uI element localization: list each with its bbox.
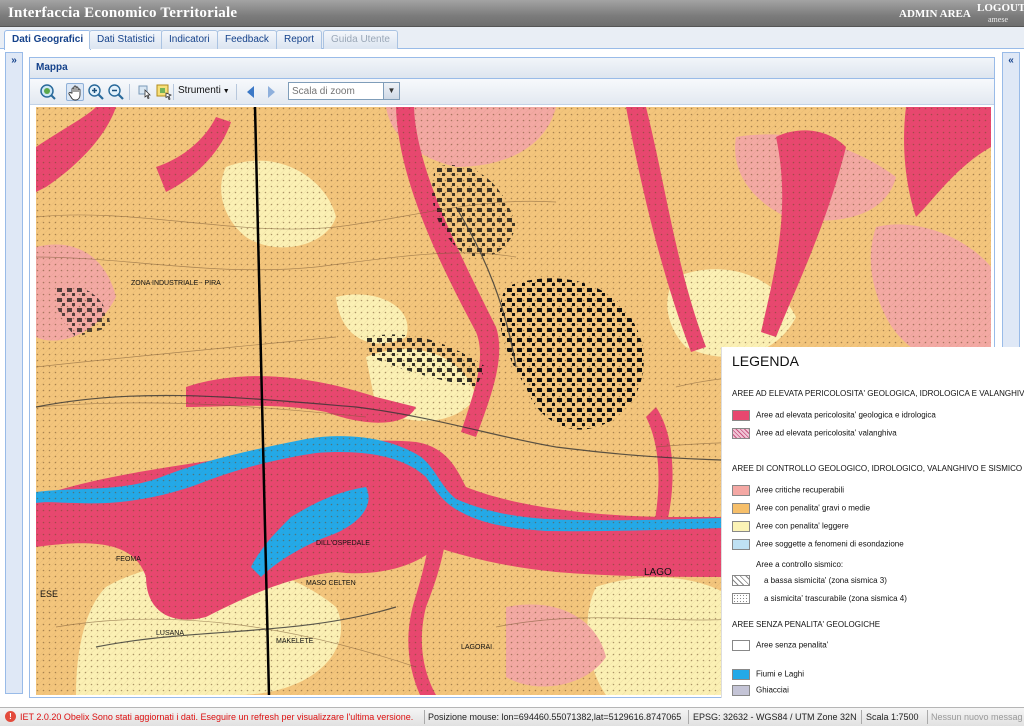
map-label: DILL'OSPEDALE (316, 540, 370, 547)
logout-link[interactable]: LOGOUT (977, 2, 1024, 14)
legend-swatch (732, 575, 750, 586)
tab-dati-geografici[interactable]: Dati Geografici (4, 30, 92, 50)
select-features-icon[interactable] (155, 83, 173, 101)
legend-swatch (732, 485, 750, 496)
map-label: LAGORAI (461, 644, 492, 651)
zoom-in-icon[interactable] (87, 83, 105, 101)
status-message: IET 2.0.20 Obelix Sono stati aggiornati … (20, 712, 414, 722)
legend-seismic-heading: Aree a controllo sismico: (756, 560, 844, 569)
status-divider (424, 710, 425, 724)
legend-item-label: Aree con penalita' gravi o medie (756, 503, 871, 513)
legend-item-label: Aree senza penalita' (756, 640, 829, 650)
error-icon: ! (5, 711, 16, 722)
legend-item-label: a sismicita' trascurabile (zona sismica … (764, 593, 907, 603)
legend-swatch (732, 428, 750, 439)
legend-swatch (732, 685, 750, 696)
history-forward-icon[interactable] (262, 83, 280, 101)
legend-swatch (732, 410, 750, 421)
app-title: Interfaccia Economico Territoriale (8, 5, 238, 21)
map-label: LAGO (644, 567, 672, 578)
legend-item: a bassa sismicita' (zona sismica 3) (732, 575, 887, 587)
legend-item: Fiumi e Laghi (732, 669, 804, 681)
expand-left-icon[interactable]: « (1005, 55, 1017, 67)
legend-swatch (732, 669, 750, 680)
expand-right-icon[interactable]: » (8, 55, 20, 67)
identify-icon[interactable] (136, 83, 154, 101)
strumenti-label: Strumenti (178, 85, 221, 96)
legend-title: LEGENDA (732, 353, 799, 369)
legend-item-label: a bassa sismicita' (zona sismica 3) (764, 575, 887, 585)
legend-item: Aree critiche recuperabili (732, 485, 844, 497)
tab-dati-statistici[interactable]: Dati Statistici (89, 30, 163, 49)
legend-section-heading: AREE DI CONTROLLO GEOLOGICO, IDROLOGICO,… (732, 464, 1023, 473)
scale-label: Scala 1:7500 (866, 712, 919, 722)
chevron-down-icon: ▼ (222, 88, 230, 95)
legend-item: Aree con penalita' leggere (732, 521, 849, 533)
status-divider (927, 710, 928, 724)
map-toolbar: Strumenti▼ ▼ (30, 79, 994, 105)
legend-item-label: Aree critiche recuperabili (756, 485, 845, 495)
map-panel-title: Mappa (30, 58, 994, 79)
chevron-down-icon[interactable]: ▼ (383, 83, 399, 99)
map-legend: LEGENDA AREE AD ELEVATA PERICOLOSITA' GE… (721, 347, 1024, 698)
projection-label: EPSG: 32632 - WGS84 / UTM Zone 32N (693, 712, 857, 722)
toolbar-separator (236, 84, 237, 100)
map-label: MAKELETE (276, 638, 314, 645)
status-divider (688, 710, 689, 724)
tab-feedback[interactable]: Feedback (217, 30, 277, 49)
zoom-scale-combo[interactable]: ▼ (288, 82, 400, 100)
legend-section-heading: AREE SENZA PENALITA' GEOLOGICHE (732, 620, 881, 629)
zoom-out-icon[interactable] (107, 83, 125, 101)
legend-item-label: Aree ad elevata pericolosita' valanghiva (756, 428, 897, 438)
legend-section-heading: AREE AD ELEVATA PERICOLOSITA' GEOLOGICA,… (732, 389, 1024, 398)
app-header: Interfaccia Economico Territoriale ADMIN… (0, 0, 1024, 27)
legend-item-label: Fiumi e Laghi (756, 669, 805, 679)
legend-item: Aree ad elevata pericolosita' geologica … (732, 410, 936, 422)
legend-item-label: Aree soggette a fenomeni di esondazione (756, 539, 904, 549)
legend-swatch (732, 503, 750, 514)
legend-item-label: Aree ad elevata pericolosita' geologica … (756, 410, 936, 420)
map-label: ESE (40, 589, 58, 599)
legend-swatch (732, 521, 750, 532)
legend-item: Aree ad elevata pericolosita' valanghiva (732, 428, 897, 440)
main-tabs: Dati Geografici Dati Statistici Indicato… (0, 27, 1024, 50)
legend-item: Aree soggette a fenomeni di esondazione (732, 539, 904, 551)
new-messages-label[interactable]: Nessun nuovo messag (931, 712, 1023, 722)
tab-report[interactable]: Report (276, 30, 323, 49)
history-back-icon[interactable] (242, 83, 260, 101)
legend-swatch (732, 539, 750, 550)
legend-swatch (732, 640, 750, 651)
legend-item-label: Aree con penalita' leggere (756, 521, 849, 531)
zoom-extent-icon[interactable] (39, 83, 57, 101)
map-label: FEOMA (116, 556, 141, 563)
status-bar: ! IET 2.0.20 Obelix Sono stati aggiornat… (0, 707, 1024, 726)
map-label: ZONA INDUSTRIALE - PIRA (131, 280, 221, 287)
west-panel-collapsed: » (5, 52, 23, 694)
toolbar-separator (129, 84, 130, 100)
admin-area-link[interactable]: ADMIN AREA (899, 8, 971, 20)
username-label: amese (988, 15, 1008, 24)
legend-item-label: Ghiacciai (756, 685, 789, 695)
legend-item: Ghiacciai (732, 685, 789, 697)
legend-swatch (732, 593, 750, 604)
tab-guida-utente[interactable]: Guida Utente (323, 30, 398, 49)
toolbar-separator (173, 84, 174, 100)
pan-hand-icon[interactable] (66, 83, 84, 101)
map-label: MASO CELTEN (306, 580, 356, 587)
legend-item: Aree con penalita' gravi o medie (732, 503, 870, 515)
legend-item: a sismicita' trascurabile (zona sismica … (732, 593, 907, 605)
map-label: LUSANA (156, 630, 184, 637)
tab-indicatori[interactable]: Indicatori (161, 30, 218, 49)
status-divider (861, 710, 862, 724)
legend-item: Aree senza penalita' (732, 640, 828, 652)
mouse-position: Posizione mouse: lon=694460.55071382,lat… (428, 712, 682, 722)
strumenti-menu[interactable]: Strumenti ▼ (178, 85, 230, 96)
zoom-scale-input[interactable] (289, 83, 383, 99)
